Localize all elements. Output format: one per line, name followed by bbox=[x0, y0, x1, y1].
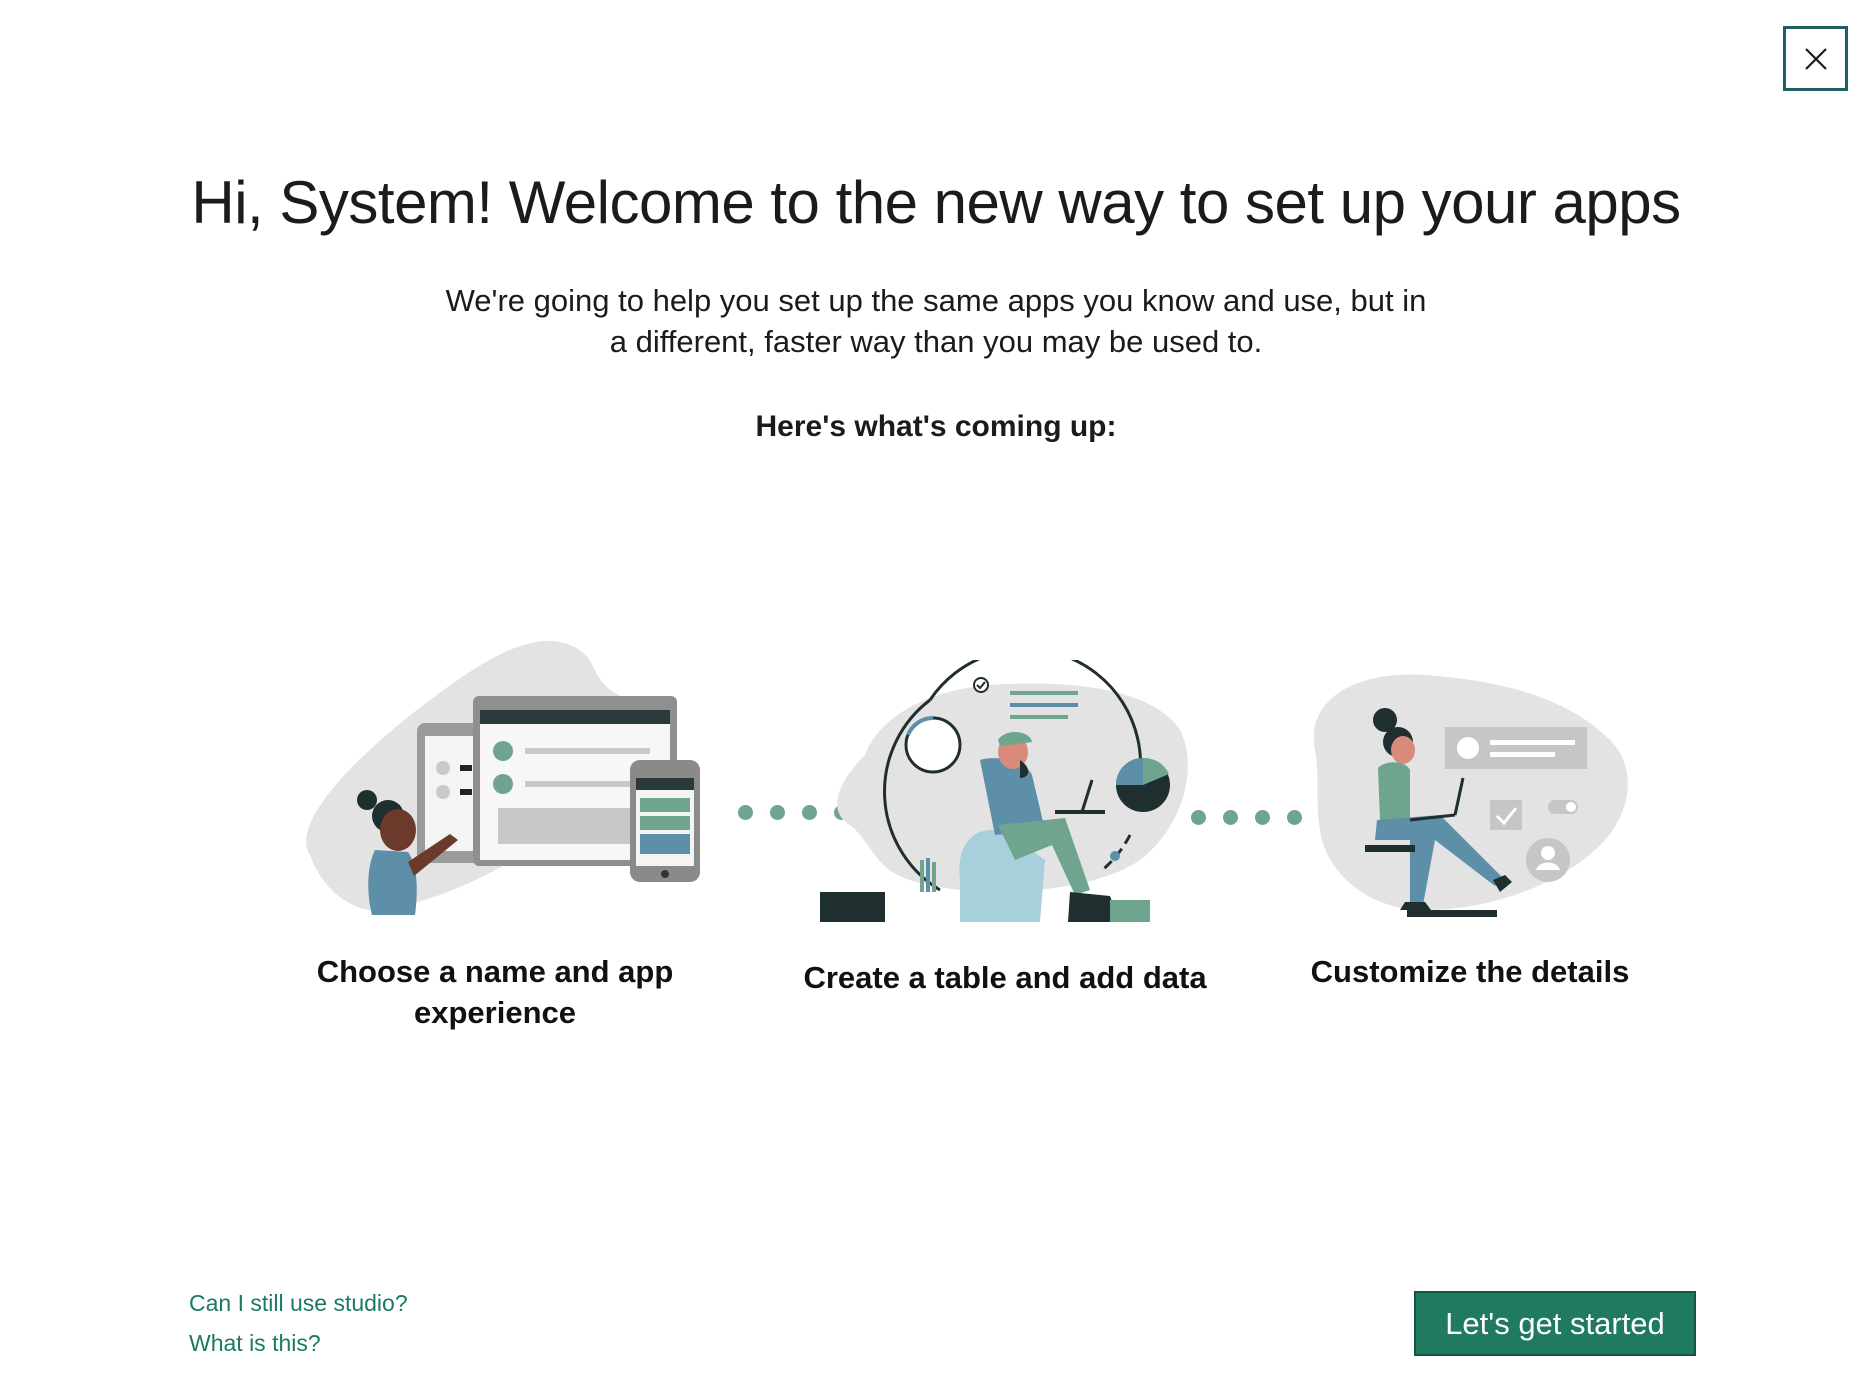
page-title: Hi, System! Welcome to the new way to se… bbox=[191, 169, 1681, 236]
step-1-label: Choose a name and app experience bbox=[300, 951, 690, 1033]
step-1-label-line-2: experience bbox=[414, 995, 576, 1030]
close-button[interactable] bbox=[1783, 26, 1848, 91]
can-i-still-use-studio-link[interactable]: Can I still use studio? bbox=[189, 1283, 408, 1323]
dot bbox=[1287, 810, 1302, 825]
data-illustration bbox=[820, 660, 1188, 922]
dot bbox=[1191, 810, 1206, 825]
what-is-this-link[interactable]: What is this? bbox=[189, 1323, 408, 1363]
devices-illustration bbox=[306, 640, 700, 915]
step-connector-dots-2 bbox=[1191, 810, 1302, 825]
dot bbox=[802, 805, 817, 820]
step-2-label: Create a table and add data bbox=[803, 960, 1207, 995]
customize-illustration bbox=[1313, 674, 1628, 917]
help-links: Can I still use studio? What is this? bbox=[189, 1283, 408, 1363]
subtitle: We're going to help you set up the same … bbox=[436, 280, 1436, 362]
subtitle-line-1: We're going to help you set up the same … bbox=[445, 283, 1427, 318]
dot bbox=[1223, 810, 1238, 825]
lets-get-started-button[interactable]: Let's get started bbox=[1414, 1291, 1696, 1356]
subtitle-line-2: a different, faster way than you may be … bbox=[609, 324, 1263, 359]
dot bbox=[1255, 810, 1270, 825]
step-3-label: Customize the details bbox=[1310, 954, 1630, 989]
step-1-label-line-1: Choose a name and app bbox=[316, 954, 674, 989]
close-icon bbox=[1804, 47, 1827, 70]
dot bbox=[738, 805, 753, 820]
coming-up-heading: Here's what's coming up: bbox=[755, 410, 1117, 443]
dot bbox=[770, 805, 785, 820]
